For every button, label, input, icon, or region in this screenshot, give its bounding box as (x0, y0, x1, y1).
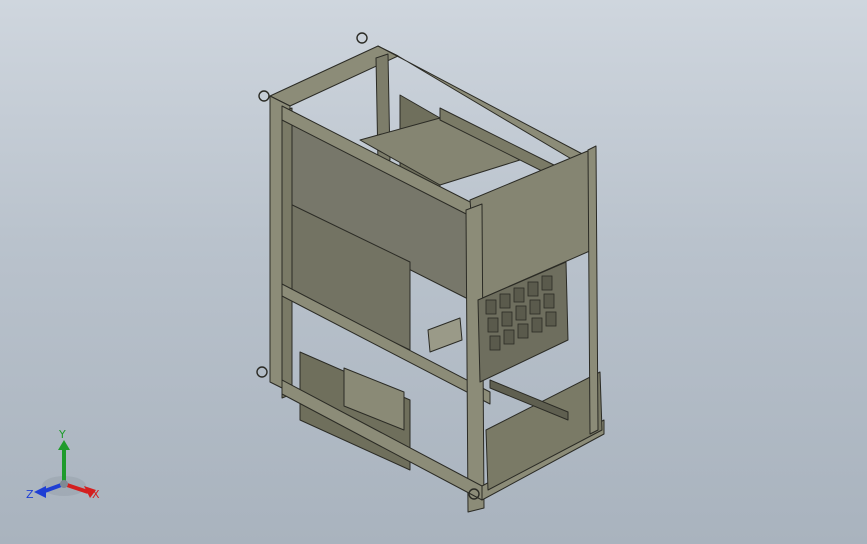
x-axis-label: X (92, 488, 100, 501)
lifting-eye-top (356, 32, 368, 44)
z-axis-label: Z (26, 488, 34, 501)
lifting-eye-left (258, 90, 270, 102)
motor (427, 317, 463, 353)
cad-model[interactable] (0, 0, 867, 544)
lifting-eye-bottom (256, 366, 268, 378)
right-front-post (587, 145, 599, 435)
orientation-triad: Y X Z (26, 428, 100, 501)
graphics-viewport[interactable]: Y X Z (0, 0, 867, 544)
front-left-post-face (281, 107, 293, 399)
triad-origin (60, 480, 68, 488)
y-axis-label: Y (58, 428, 66, 441)
